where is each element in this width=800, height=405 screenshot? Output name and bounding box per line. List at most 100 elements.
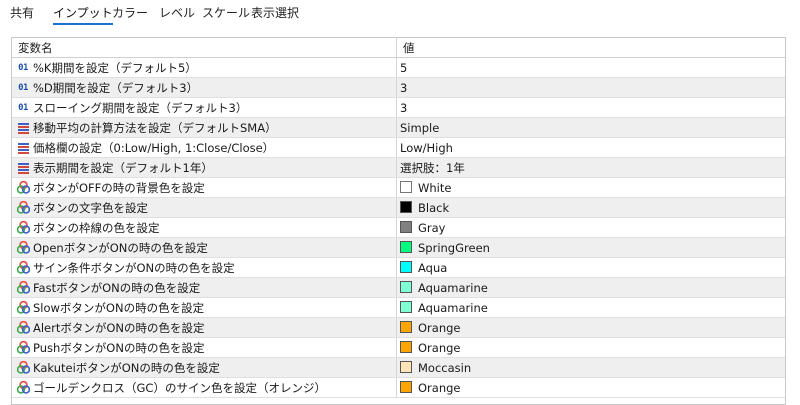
table-row[interactable]: SlowボタンがONの時の色を設定 Aquamarine <box>12 298 785 318</box>
value-cell[interactable]: Gray <box>398 218 785 237</box>
value-cell[interactable]: Moccasin <box>398 358 785 377</box>
value-cell[interactable]: 3 <box>398 98 785 117</box>
color-swatch[interactable] <box>400 301 412 313</box>
int-icon: 01 <box>18 82 28 93</box>
variable-cell: 01 %K期間を設定（デフォルト5） <box>12 58 397 77</box>
color-icon <box>16 301 30 314</box>
variable-cell: ボタンの枠線の色を設定 <box>12 218 397 237</box>
tab-levels[interactable]: レベル <box>159 5 195 23</box>
color-icon <box>16 181 30 194</box>
variable-name: スローイング期間を設定（デフォルト3） <box>33 101 248 115</box>
value-cell[interactable]: Simple <box>398 118 785 137</box>
color-icon <box>16 241 30 254</box>
variable-cell: AlertボタンがONの時の色を設定 <box>12 318 397 337</box>
tab-visualization[interactable]: 表示選択 <box>251 5 299 23</box>
variable-cell: 01 %D期間を設定（デフォルト3） <box>12 78 397 97</box>
value-cell[interactable]: Aquamarine <box>398 298 785 317</box>
table-row[interactable]: FastボタンがONの時の色を設定 Aquamarine <box>12 278 785 298</box>
color-icon <box>16 321 30 334</box>
value-text: White <box>418 181 452 195</box>
variable-cell: ボタンがOFFの時の背景色を設定 <box>12 178 397 197</box>
value-cell[interactable]: Aqua <box>398 258 785 277</box>
variable-cell: サイン条件ボタンがONの時の色を設定 <box>12 258 397 277</box>
value-text: 選択肢：1年 <box>400 161 465 175</box>
color-swatch[interactable] <box>400 181 412 193</box>
variable-name: ボタンの枠線の色を設定 <box>33 221 160 235</box>
value-text: 3 <box>400 101 408 115</box>
table-row[interactable]: KakuteiボタンがONの時の色を設定 Moccasin <box>12 358 785 378</box>
value-cell[interactable]: Orange <box>398 338 785 357</box>
variable-name: FastボタンがONの時の色を設定 <box>33 281 201 295</box>
int-icon: 01 <box>18 102 28 113</box>
variable-name: 価格欄の設定（0:Low/High, 1:Close/Close） <box>33 141 275 155</box>
tab-common[interactable]: 共有 <box>10 5 34 23</box>
color-swatch[interactable] <box>400 221 412 233</box>
color-swatch[interactable] <box>400 281 412 293</box>
value-cell[interactable]: Aquamarine <box>398 278 785 297</box>
value-cell[interactable]: 選択肢：1年 <box>398 158 785 177</box>
column-header-variable[interactable]: 変数名 <box>12 38 397 57</box>
value-cell[interactable]: Low/High <box>398 138 785 157</box>
table-row[interactable]: AlertボタンがONの時の色を設定 Orange <box>12 318 785 338</box>
variable-name: ボタンの文字色を設定 <box>33 201 148 215</box>
variable-name: KakuteiボタンがONの時の色を設定 <box>33 361 220 375</box>
table-row[interactable]: 移動平均の計算方法を設定（デフォルトSMA） Simple <box>12 118 785 138</box>
table-row[interactable]: ゴールデンクロス（GC）のサイン色を設定（オレンジ） Orange <box>12 378 785 398</box>
tab-colors[interactable]: カラー <box>112 5 148 23</box>
table-row[interactable]: サイン条件ボタンがONの時の色を設定 Aqua <box>12 258 785 278</box>
value-cell[interactable]: Orange <box>398 318 785 337</box>
value-cell[interactable]: SpringGreen <box>398 238 785 257</box>
tab-inputs[interactable]: インプット <box>53 5 113 25</box>
table-row[interactable]: ボタンの枠線の色を設定 Gray <box>12 218 785 238</box>
color-swatch[interactable] <box>400 321 412 333</box>
column-header-value-label: 値 <box>403 41 415 55</box>
color-swatch[interactable] <box>400 261 412 273</box>
color-swatch[interactable] <box>400 201 412 213</box>
variable-cell: PushボタンがONの時の色を設定 <box>12 338 397 357</box>
variable-name: %K期間を設定（デフォルト5） <box>33 61 197 75</box>
value-cell[interactable]: Black <box>398 198 785 217</box>
color-icon <box>16 281 30 294</box>
color-swatch[interactable] <box>400 341 412 353</box>
value-text: Aquamarine <box>418 301 488 315</box>
variable-name: ゴールデンクロス（GC）のサイン色を設定（オレンジ） <box>33 381 326 395</box>
variable-name: OpenボタンがONの時の色を設定 <box>33 241 208 255</box>
variable-cell: 移動平均の計算方法を設定（デフォルトSMA） <box>12 118 397 137</box>
table-row[interactable]: OpenボタンがONの時の色を設定 SpringGreen <box>12 238 785 258</box>
table-row[interactable]: ボタンがOFFの時の背景色を設定 White <box>12 178 785 198</box>
value-cell[interactable]: White <box>398 178 785 197</box>
color-icon <box>16 341 30 354</box>
variable-name: ボタンがOFFの時の背景色を設定 <box>33 181 205 195</box>
variable-cell: ゴールデンクロス（GC）のサイン色を設定（オレンジ） <box>12 378 397 397</box>
variable-cell: FastボタンがONの時の色を設定 <box>12 278 397 297</box>
table-row[interactable]: 01 %D期間を設定（デフォルト3） 3 <box>12 78 785 98</box>
value-cell[interactable]: 3 <box>398 78 785 97</box>
variable-name: 移動平均の計算方法を設定（デフォルトSMA） <box>33 121 277 135</box>
table-row[interactable]: ボタンの文字色を設定 Black <box>12 198 785 218</box>
color-swatch[interactable] <box>400 381 412 393</box>
value-cell[interactable]: 5 <box>398 58 785 77</box>
enum-icon <box>16 141 30 154</box>
variable-cell: KakuteiボタンがONの時の色を設定 <box>12 358 397 377</box>
table-row[interactable]: 価格欄の設定（0:Low/High, 1:Close/Close） Low/Hig… <box>12 138 785 158</box>
table-header: 変数名 値 <box>12 38 785 58</box>
value-text: SpringGreen <box>418 241 490 255</box>
tab-bar: 共有 インプット カラー レベル スケール 表示選択 <box>0 0 800 28</box>
table-row[interactable]: 表示期間を設定（デフォルト1年） 選択肢：1年 <box>12 158 785 178</box>
variable-name: %D期間を設定（デフォルト3） <box>33 81 199 95</box>
value-text: Gray <box>418 221 446 235</box>
color-icon <box>16 381 30 394</box>
value-cell[interactable]: Orange <box>398 378 785 397</box>
color-swatch[interactable] <box>400 241 412 253</box>
table-row[interactable]: PushボタンがONの時の色を設定 Orange <box>12 338 785 358</box>
tab-scale[interactable]: スケール <box>202 5 250 23</box>
variable-name: SlowボタンがONの時の色を設定 <box>33 301 205 315</box>
table-row[interactable]: 01 スローイング期間を設定（デフォルト3） 3 <box>12 98 785 118</box>
color-swatch[interactable] <box>400 361 412 373</box>
value-text: Orange <box>418 341 461 355</box>
table-row[interactable]: 01 %K期間を設定（デフォルト5） 5 <box>12 58 785 78</box>
column-header-value[interactable]: 値 <box>398 38 785 57</box>
value-text: 5 <box>400 61 408 75</box>
variable-cell: 表示期間を設定（デフォルト1年） <box>12 158 397 177</box>
value-text: Low/High <box>400 141 453 155</box>
